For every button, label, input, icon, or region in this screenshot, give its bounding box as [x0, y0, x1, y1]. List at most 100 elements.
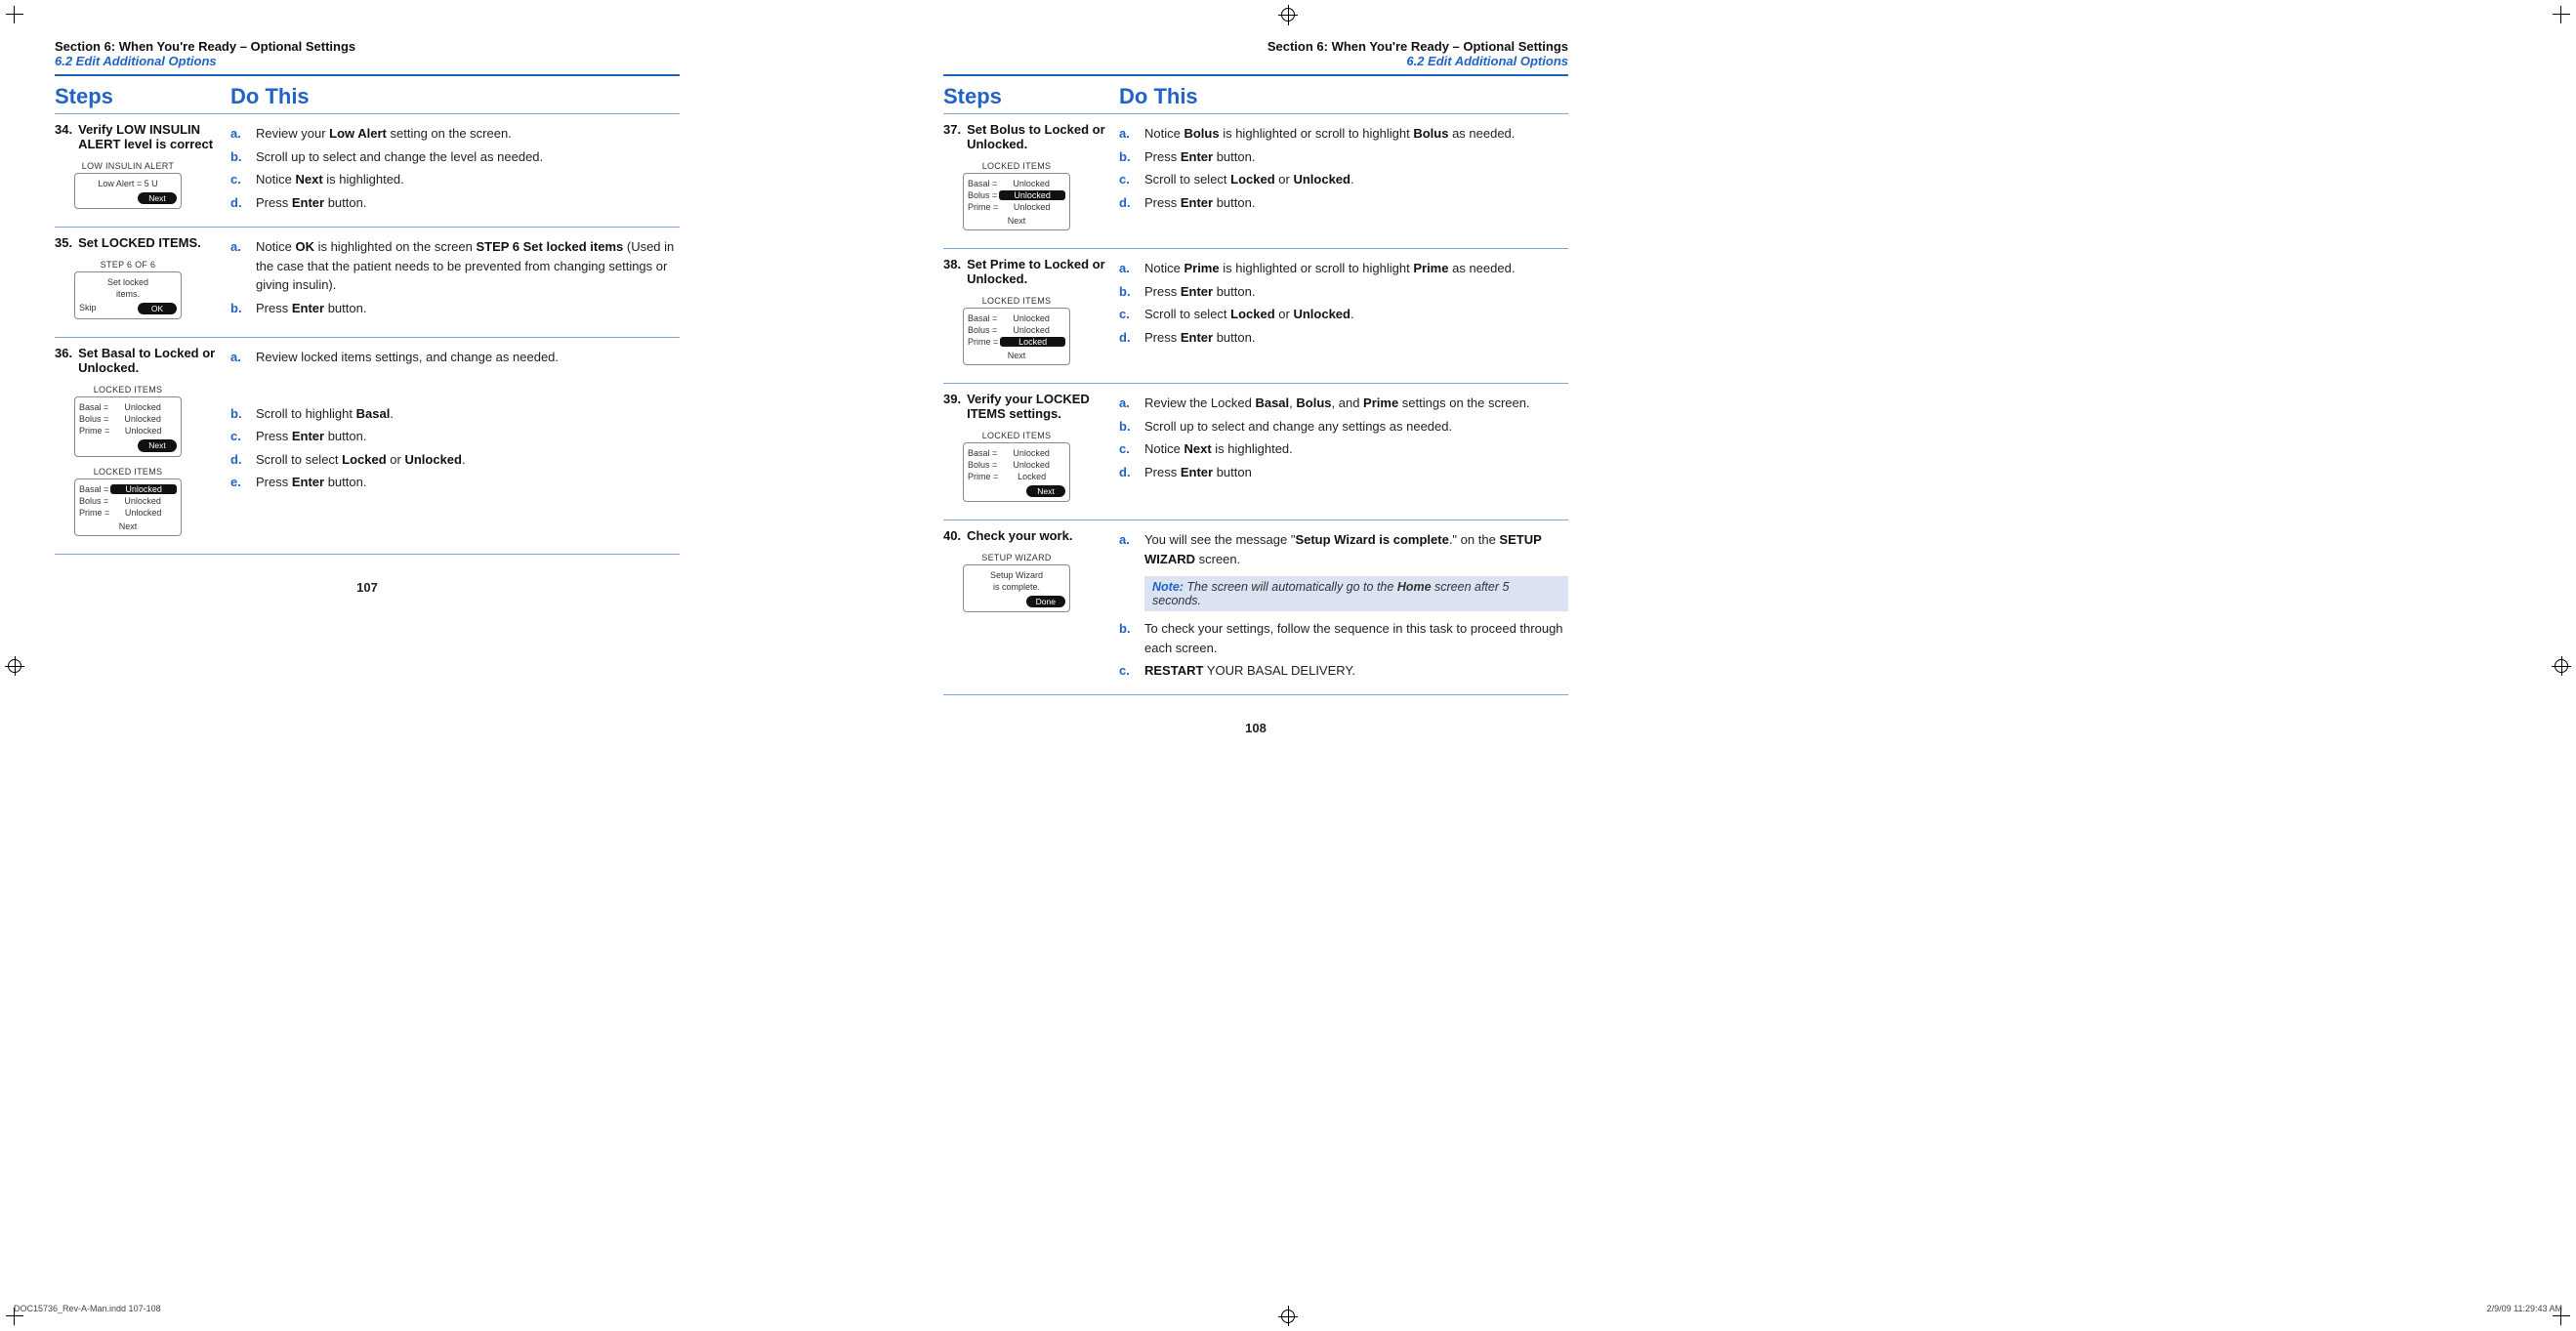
instruction-letter: c.	[230, 170, 246, 189]
device-screenshot: LOW INSULIN ALERT Low Alert = 5 UNext	[74, 159, 182, 209]
instruction-item: a. Notice Prime is highlighted or scroll…	[1119, 257, 1568, 280]
device-body: Basal =UnlockedBolus =UnlockedPrime =Unl…	[74, 478, 182, 536]
page-number: 107	[55, 580, 680, 595]
instruction-letter: b.	[230, 299, 246, 318]
instruction-text: Press Enter button.	[1144, 328, 1255, 348]
instruction-letter: a.	[230, 237, 246, 295]
instruction-item: b. Press Enter button.	[1119, 146, 1568, 169]
step-right-col: a. Review the Locked Basal, Bolus, and P…	[1119, 392, 1568, 508]
device-title: LOCKED ITEMS	[74, 383, 182, 396]
device-row: Basal =Unlocked	[968, 178, 1065, 189]
instruction-list: a. Review locked items settings, and cha…	[230, 346, 680, 494]
device-screenshot: LOCKED ITEMS Basal =UnlockedBolus =Unloc…	[963, 159, 1070, 230]
device-row: Prime =Locked	[968, 336, 1065, 348]
instruction-letter: a.	[230, 124, 246, 144]
device-screenshot: LOCKED ITEMS Basal =UnlockedBolus =Unloc…	[963, 429, 1070, 502]
device-line: items.	[79, 288, 177, 300]
device-button-row: Next	[79, 519, 177, 531]
device-line: Setup Wizard	[968, 569, 1065, 581]
instruction-text: Scroll up to select and change the level…	[256, 147, 543, 167]
instruction-item: e. Press Enter button.	[230, 471, 680, 494]
instruction-text: Notice Bolus is highlighted or scroll to…	[1144, 124, 1515, 144]
step-heading: 39. Verify your LOCKED ITEMS settings.	[943, 392, 1109, 421]
step-left-col: 35. Set LOCKED ITEMS. STEP 6 OF 6 Set lo…	[55, 235, 230, 325]
instruction-list: a. Notice Prime is highlighted or scroll…	[1119, 257, 1568, 349]
steps-heading: Steps	[55, 84, 230, 109]
steps-container: 37. Set Bolus to Locked or Unlocked. LOC…	[943, 113, 1568, 695]
instruction-letter: c.	[1119, 305, 1135, 324]
instruction-text: Notice Prime is highlighted or scroll to…	[1144, 259, 1515, 278]
instruction-item: d. Press Enter button.	[230, 191, 680, 215]
crop-mark	[2553, 6, 2570, 23]
step-title: Verify your LOCKED ITEMS settings.	[967, 392, 1109, 421]
instruction-item: c. Press Enter button.	[230, 425, 680, 448]
instruction-text: Press Enter button.	[1144, 193, 1255, 213]
instruction-text: Review locked items settings, and change…	[256, 348, 559, 367]
step-right-col: a. Notice OK is highlighted on the scree…	[230, 235, 680, 325]
step-block: 39. Verify your LOCKED ITEMS settings. L…	[943, 383, 1568, 520]
device-row: Prime =Unlocked	[968, 201, 1065, 213]
device-row: Bolus =Unlocked	[968, 459, 1065, 471]
device-body: Basal =UnlockedBolus =UnlockedPrime =Unl…	[74, 396, 182, 456]
section-title: Section 6: When You're Ready – Optional …	[55, 39, 680, 54]
step-heading: 37. Set Bolus to Locked or Unlocked.	[943, 122, 1109, 151]
section-subtitle: 6.2 Edit Additional Options	[943, 54, 1568, 68]
step-number: 39.	[943, 392, 961, 421]
instruction-letter: c.	[1119, 170, 1135, 189]
instruction-list: a. Notice OK is highlighted on the scree…	[230, 235, 680, 319]
step-number: 37.	[943, 122, 961, 151]
instruction-letter: b.	[1119, 147, 1135, 167]
instruction-letter: c.	[1119, 661, 1135, 681]
step-left-col: 38. Set Prime to Locked or Unlocked. LOC…	[943, 257, 1119, 371]
instruction-text: Notice OK is highlighted on the screen S…	[256, 237, 680, 295]
device-line: Low Alert = 5 U	[79, 178, 177, 189]
device-button: Next	[138, 192, 177, 204]
step-title: Check your work.	[967, 528, 1072, 543]
instruction-text: Scroll to select Locked or Unlocked.	[256, 450, 466, 470]
instruction-item: d. Press Enter button.	[1119, 326, 1568, 350]
device-body: Setup Wizardis complete.Done	[963, 564, 1070, 612]
device-button-row: Done	[968, 593, 1065, 607]
instruction-text: Press Enter button.	[1144, 282, 1255, 302]
column-headers: Steps Do This	[943, 76, 1568, 113]
instruction-letter: b.	[230, 147, 246, 167]
step-block: 40. Check your work. SETUP WIZARD Setup …	[943, 520, 1568, 694]
step-block: 38. Set Prime to Locked or Unlocked. LOC…	[943, 248, 1568, 383]
device-row: Basal =Unlocked	[79, 483, 177, 495]
step-number: 34.	[55, 122, 72, 151]
device-title: LOCKED ITEMS	[963, 429, 1070, 442]
device-button: Done	[1026, 596, 1065, 607]
page-spread: Section 6: When You're Ready – Optional …	[0, 0, 2576, 755]
instruction-item: c. Notice Next is highlighted.	[230, 168, 680, 191]
page-header: Section 6: When You're Ready – Optional …	[943, 39, 1568, 68]
device-button-row: Next	[968, 482, 1065, 497]
step-block: 34. Verify LOW INSULIN ALERT level is co…	[55, 113, 680, 227]
step-number: 35.	[55, 235, 72, 250]
instruction-text: RESTART YOUR BASAL DELIVERY.	[1144, 661, 1355, 681]
instruction-letter: a.	[230, 348, 246, 367]
device-body: Set lockeditems.SkipOK	[74, 271, 182, 319]
device-row: Prime =Locked	[968, 471, 1065, 482]
device-button-row: Next	[968, 213, 1065, 226]
page-number: 108	[943, 721, 1568, 735]
device-title: LOCKED ITEMS	[74, 465, 182, 478]
instruction-letter: a.	[1119, 124, 1135, 144]
instruction-text: Notice Next is highlighted.	[1144, 439, 1293, 459]
dothis-heading: Do This	[1119, 84, 1198, 109]
device-row: Bolus =Unlocked	[968, 189, 1065, 201]
page-header: Section 6: When You're Ready – Optional …	[55, 39, 680, 68]
imposition-footer: DOC15736_Rev-A-Man.indd 107-108 2/9/09 1…	[14, 1304, 2562, 1313]
step-block: 37. Set Bolus to Locked or Unlocked. LOC…	[943, 113, 1568, 248]
section-subtitle: 6.2 Edit Additional Options	[55, 54, 680, 68]
device-button-row: Next	[79, 437, 177, 451]
instruction-letter: c.	[230, 427, 246, 446]
device-row: Prime =Unlocked	[79, 425, 177, 437]
step-title: Set Bolus to Locked or Unlocked.	[967, 122, 1109, 151]
step-block: 36. Set Basal to Locked or Unlocked. LOC…	[55, 337, 680, 553]
instruction-item: b. Scroll to highlight Basal.	[230, 402, 680, 426]
instruction-text: Press Enter button.	[256, 427, 366, 446]
device-button-text: Next	[119, 521, 138, 531]
step-left-col: 36. Set Basal to Locked or Unlocked. LOC…	[55, 346, 230, 541]
step-title: Verify LOW INSULIN ALERT level is correc…	[78, 122, 221, 151]
footer-file: DOC15736_Rev-A-Man.indd 107-108	[14, 1304, 161, 1313]
